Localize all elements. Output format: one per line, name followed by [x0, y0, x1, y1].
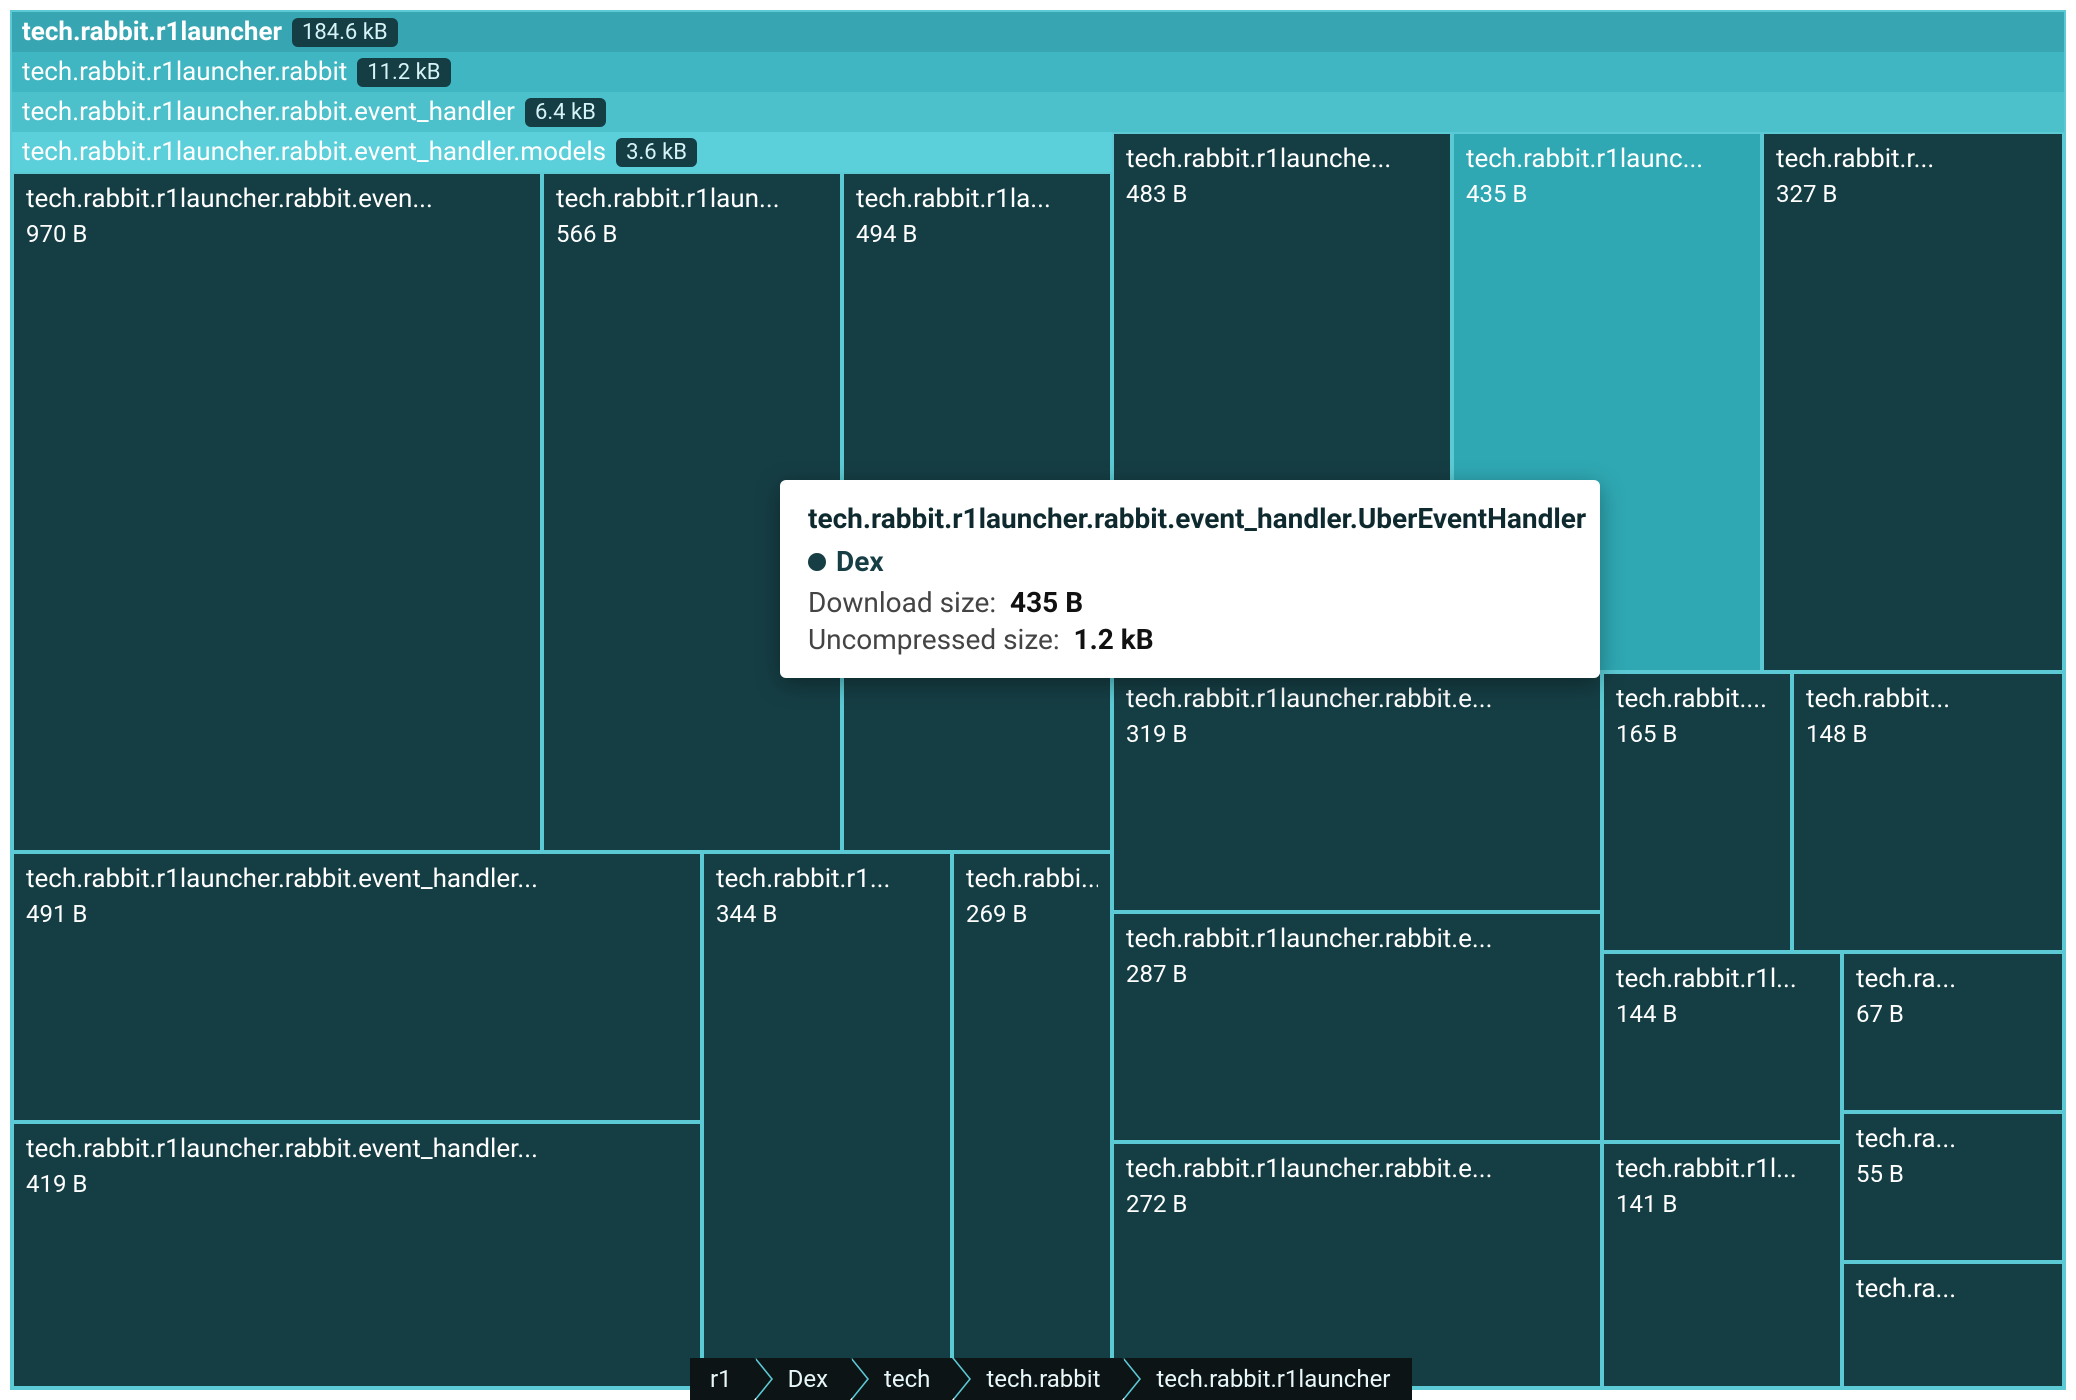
size-badge: 3.6 kB	[616, 138, 697, 167]
header-label: tech.rabbit.r1launcher	[22, 17, 282, 47]
treemap-cell[interactable]: tech.rabbit.r1launcher.rabbit.e... 319 B	[1112, 672, 1602, 912]
treemap-cell[interactable]: tech.rabbit.r1launcher.rabbit.event_hand…	[12, 852, 702, 1122]
treemap-cell[interactable]: tech.rabbit.r... 327 B	[1762, 132, 2064, 672]
size-badge: 11.2 kB	[357, 58, 450, 87]
treemap-cell[interactable]: tech.rabbit.r1l... 144 B	[1602, 952, 1842, 1142]
treemap-header-0[interactable]: tech.rabbit.r1launcher 184.6 kB	[12, 12, 2064, 52]
breadcrumb-item[interactable]: tech.rabbit	[954, 1358, 1122, 1400]
tooltip-title: tech.rabbit.r1launcher.rabbit.event_hand…	[808, 502, 1572, 535]
treemap-cell[interactable]: tech.rabbit.r1launcher.rabbit.event_hand…	[12, 1122, 702, 1388]
treemap-root: tech.rabbit.r1launcher 184.6 kB tech.rab…	[10, 10, 2066, 1390]
size-badge: 184.6 kB	[292, 18, 398, 47]
treemap-cell[interactable]: tech.rabbit.r1launcher.rabbit.e... 272 B	[1112, 1142, 1602, 1388]
header-label: tech.rabbit.r1launcher.rabbit.event_hand…	[22, 97, 515, 127]
treemap-cell[interactable]: tech.rabbit.... 165 B	[1602, 672, 1792, 952]
header-label: tech.rabbit.r1launcher.rabbit	[22, 57, 347, 87]
tooltip-download: Download size: 435 B	[808, 586, 1572, 619]
tooltip-category: Dex	[808, 545, 1572, 578]
treemap-header-2[interactable]: tech.rabbit.r1launcher.rabbit.event_hand…	[12, 92, 2064, 132]
treemap-cell[interactable]: tech.ra... 67 B	[1842, 952, 2064, 1112]
treemap-cell[interactable]: tech.rabbit.r1l... 141 B	[1602, 1142, 1842, 1388]
treemap-cell[interactable]: tech.rabbi... 269 B	[952, 852, 1112, 1388]
treemap-header-1[interactable]: tech.rabbit.r1launcher.rabbit 11.2 kB	[12, 52, 2064, 92]
header-label: tech.rabbit.r1launcher.rabbit.event_hand…	[22, 137, 606, 167]
tooltip: tech.rabbit.r1launcher.rabbit.event_hand…	[780, 480, 1600, 678]
treemap-cell[interactable]: tech.rabbit.r1... 344 B	[702, 852, 952, 1388]
tooltip-uncompressed: Uncompressed size: 1.2 kB	[808, 623, 1572, 656]
treemap-cell[interactable]: tech.rabbit... 148 B	[1792, 672, 2064, 952]
treemap-cell[interactable]: tech.rabbit.r1launcher.rabbit.even... 97…	[12, 172, 542, 852]
size-badge: 6.4 kB	[525, 98, 606, 127]
treemap-cell[interactable]: tech.ra... 55 B	[1842, 1112, 2064, 1262]
breadcrumb: r1 Dex tech tech.rabbit tech.rabbit.r1la…	[690, 1358, 1414, 1400]
dot-icon	[808, 553, 826, 571]
treemap-cell[interactable]: tech.ra...	[1842, 1262, 2064, 1388]
treemap-cell[interactable]: tech.rabbit.r1launcher.rabbit.e... 287 B	[1112, 912, 1602, 1142]
breadcrumb-item[interactable]: tech.rabbit.r1launcher	[1124, 1358, 1412, 1400]
breadcrumb-item[interactable]: tech	[852, 1358, 952, 1400]
breadcrumb-item[interactable]: r1	[690, 1358, 754, 1400]
treemap-header-3[interactable]: tech.rabbit.r1launcher.rabbit.event_hand…	[12, 132, 1112, 172]
